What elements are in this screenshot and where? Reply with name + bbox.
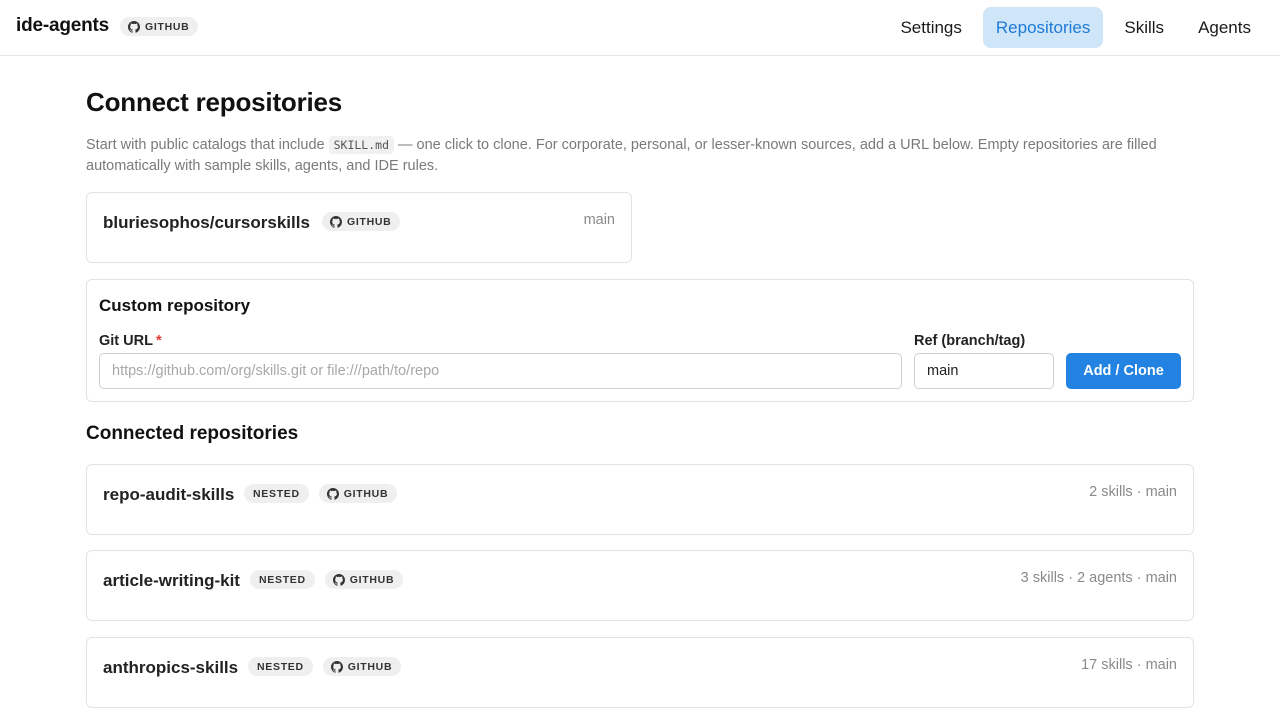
github-icon [326, 487, 339, 500]
badge-label: GITHUB [347, 215, 392, 228]
required-mark: * [155, 333, 162, 349]
custom-repo-card: Custom repository Git URL* Ref (branch/t… [86, 279, 1194, 402]
repo-badges: NESTED GITHUB [248, 657, 402, 676]
catalog-repo-name: bluriesophos/cursorskills [103, 213, 310, 232]
nested-badge: NESTED [244, 484, 309, 503]
repo-meta: 3 skills · 2 agents · main [1020, 570, 1177, 586]
top-bar: ide-agents GITHUB Settings Repositories … [0, 0, 1280, 56]
skill-md-code: SKILL.md [328, 136, 394, 154]
connected-repos-title: Connected repositories [86, 423, 299, 444]
catalog-repo-ref: main [583, 212, 615, 228]
badge-label: GITHUB [343, 487, 389, 500]
connected-repo-card[interactable]: repo-audit-skills 2 skills · main NESTED GI… [86, 464, 1194, 535]
repo-badges: NESTED GITHUB [244, 484, 398, 503]
github-icon [128, 20, 140, 33]
github-badge: GITHUB [322, 657, 402, 676]
nested-badge: NESTED [248, 657, 313, 676]
ref-input[interactable] [914, 353, 1054, 389]
github-badge: GITHUB [318, 484, 398, 503]
repo-name: anthropics-skills [103, 658, 239, 677]
git-url-label: Git URL * [99, 333, 162, 349]
github-icon [332, 573, 345, 586]
github-icon [330, 215, 342, 228]
page-intro: Start with public catalogs that include … [86, 135, 1186, 177]
main-nav: Settings Repositories Skills Agents [879, 7, 1264, 48]
catalog-repo-card[interactable]: bluriesophos/cursorskills main GITHUB [86, 192, 632, 263]
nav-settings[interactable]: Settings [887, 7, 974, 48]
repo-name: article-writing-kit [103, 571, 240, 590]
page-title: Connect repositories [86, 87, 343, 117]
badge-label: GITHUB [349, 573, 395, 586]
app-name: ide-agents [16, 15, 110, 36]
git-url-input[interactable] [99, 353, 902, 389]
github-badge: GITHUB [324, 570, 404, 589]
custom-repo-title: Custom repository [99, 296, 251, 315]
catalog-github-badge: GITHUB [322, 212, 401, 231]
add-clone-button[interactable]: Add / Clone [1066, 353, 1181, 389]
nav-repositories[interactable]: Repositories [982, 7, 1104, 48]
repo-badges: NESTED GITHUB [250, 570, 404, 589]
nav-skills[interactable]: Skills [1111, 7, 1177, 48]
badge-label: GITHUB [347, 660, 393, 673]
intro-text-start: Start with public catalogs that include [86, 137, 329, 153]
github-icon [330, 660, 343, 673]
connected-repo-card[interactable]: article-writing-kit 3 skills · 2 agents ·… [86, 550, 1194, 621]
badge-label: GITHUB [145, 20, 190, 33]
repo-name: repo-audit-skills [103, 485, 235, 504]
git-url-label-text: Git URL [99, 333, 153, 349]
app-github-badge: GITHUB [120, 17, 199, 36]
repo-meta: 2 skills · main [1089, 484, 1177, 500]
nav-agents[interactable]: Agents [1185, 7, 1264, 48]
connected-repo-card[interactable]: anthropics-skills 17 skills · main NESTED G… [86, 637, 1194, 708]
ref-label: Ref (branch/tag) [914, 333, 1026, 349]
repo-meta: 17 skills · main [1081, 657, 1177, 673]
nested-badge: NESTED [250, 570, 315, 589]
